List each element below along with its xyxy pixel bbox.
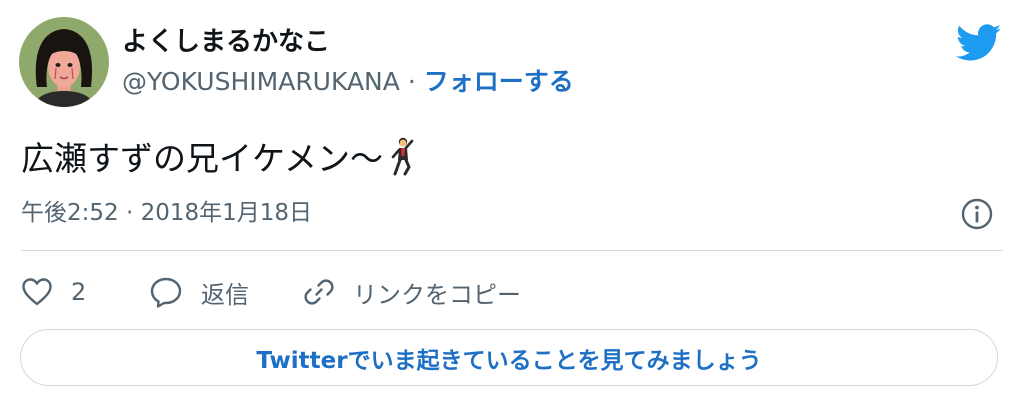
divider — [21, 250, 1003, 251]
copy-link-label: リンクをコピー — [353, 280, 521, 309]
tweet-text: 広瀬すずの兄イケメン〜 — [21, 136, 419, 181]
twitter-bird-icon[interactable] — [956, 24, 1002, 62]
like-count: 2 — [71, 278, 87, 306]
reply-icon — [150, 277, 182, 308]
display-name[interactable]: よくしまるかなこ — [122, 22, 330, 62]
user-handle[interactable]: @YOKUSHIMARUKANA — [122, 67, 400, 96]
heart-icon — [22, 278, 52, 306]
avatar[interactable] — [19, 17, 109, 107]
follow-link[interactable]: フォローする — [424, 67, 574, 96]
handle-row: @YOKUSHIMARUKANA · フォローする — [122, 62, 574, 102]
reply-button[interactable]: 返信 — [149, 270, 249, 314]
avatar-illustration — [19, 17, 109, 107]
cta-label: Twitterでいま起きていることを見てみましょう — [256, 347, 762, 374]
copy-link-button[interactable]: リンクをコピー — [303, 270, 521, 314]
handle-separator: · — [407, 67, 416, 96]
explore-twitter-button[interactable]: Twitterでいま起きていることを見てみましょう — [20, 329, 998, 386]
man-dancing-icon — [391, 137, 414, 176]
link-icon — [304, 279, 334, 305]
info-icon[interactable] — [960, 197, 994, 231]
reply-label: 返信 — [201, 280, 249, 309]
like-button[interactable]: 2 — [21, 270, 86, 314]
embedded-tweet-card: よくしまるかなこ @YOKUSHIMARUKANA · フォローする 広瀬すずの… — [0, 0, 1024, 413]
tweet-timestamp[interactable]: 午後2:52 · 2018年1月18日 — [21, 195, 312, 231]
tweet-body: 広瀬すずの兄イケメン〜 — [21, 139, 384, 178]
